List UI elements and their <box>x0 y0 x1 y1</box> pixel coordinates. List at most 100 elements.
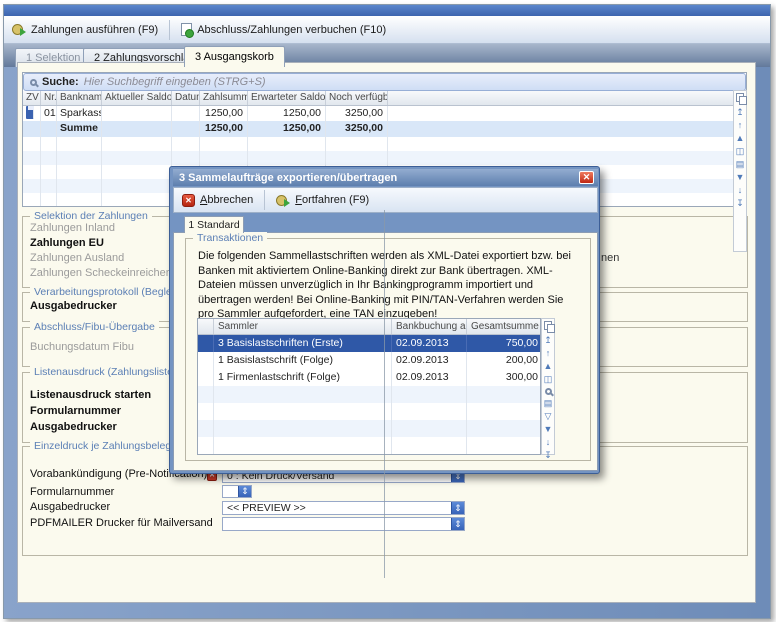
row-up-icon[interactable]: ▲ <box>736 132 745 145</box>
formularnummer-spinner[interactable]: ⇕ <box>222 485 252 498</box>
listenausdruck-starten[interactable]: Listenausdruck starten <box>30 389 151 401</box>
page-up-icon[interactable]: ↑ <box>738 119 743 132</box>
dialog-tab-standard[interactable]: 1 Standard <box>184 216 244 233</box>
dialog-message: Die folgenden Sammellastschriften werden… <box>198 249 576 322</box>
option-zahlungen-eu[interactable]: Zahlungen EU <box>30 237 104 249</box>
view-icon[interactable]: ▤ <box>544 397 553 410</box>
page-down-icon[interactable]: ↓ <box>546 436 551 449</box>
sammler-row[interactable]: 1 Basislastschrift (Folge) 02.09.2013 20… <box>198 352 540 369</box>
search-icon <box>30 79 37 86</box>
col-sammler[interactable]: Sammler <box>214 319 392 334</box>
empty-row[interactable] <box>198 403 540 420</box>
sum-zahlsumme: 1250,00 <box>200 121 248 137</box>
go-top-icon[interactable]: ↥ <box>736 106 744 119</box>
dialog-toolbar-separator <box>264 190 265 210</box>
copy-grid-icon[interactable] <box>544 321 553 331</box>
noch-verfuegbar-cell: 3250,00 <box>326 106 388 121</box>
nr-cell: 01 <box>41 106 57 121</box>
col-bankbuchung[interactable]: Bankbuchung am <box>392 319 467 334</box>
filter-icon[interactable]: ▽ <box>545 410 552 423</box>
payments-coins-icon <box>12 23 26 36</box>
group-selektion-title: Selektion der Zahlungen <box>30 210 152 222</box>
cancel-button[interactable]: ✕ Abbrechen <box>174 189 261 211</box>
columns-icon[interactable]: ◫ <box>544 373 553 386</box>
pdfmailer-dropdown[interactable]: ⇕ <box>222 517 465 531</box>
sammler-table-nav-strip[interactable]: ↥ ↑ ▲ ◫ ▤ ▽ ▼ ↓ ↧ <box>541 318 555 455</box>
search-placeholder: Hier Suchbegriff eingeben (STRG+S) <box>84 76 266 88</box>
gesamtsumme-cell: 200,00 <box>467 352 542 369</box>
pdfmailer-label: PDFMAILER Drucker für Mailversand <box>30 517 213 529</box>
col-noch-verfuegbar[interactable]: Noch verfügbar € <box>326 91 388 105</box>
group-fibu-title: Abschluss/Fibu-Übergabe <box>30 321 159 333</box>
dialog-title: 3 Sammelaufträge exportieren/übertragen <box>179 172 397 184</box>
post-payments-button[interactable]: Abschluss/Zahlungen verbuchen (F10) <box>173 19 394 41</box>
dialog-close-button[interactable]: ✕ <box>579 171 594 184</box>
option-zahlungen-ausland: Zahlungen Ausland <box>30 252 124 264</box>
sum-erwarteter-saldo: 1250,00 <box>248 121 326 137</box>
go-bottom-icon[interactable]: ↧ <box>544 449 552 462</box>
sammler-row[interactable]: 1 Firmenlastschrift (Folge) 02.09.2013 3… <box>198 369 540 386</box>
bank-table-header[interactable]: ZV Nr. Bankname Aktueller Saldo € Datum … <box>23 91 746 106</box>
empty-row[interactable] <box>23 151 746 165</box>
go-bottom-icon[interactable]: ↧ <box>736 197 744 210</box>
post-payments-label: Abschluss/Zahlungen verbuchen (F10) <box>197 24 386 36</box>
post-page-icon <box>181 23 192 36</box>
protokoll-ausgabedrucker[interactable]: Ausgabedrucker <box>30 300 117 312</box>
continue-button[interactable]: Fortfahren (F9) <box>268 189 377 211</box>
bank-table-nav-strip[interactable]: ↥ ↑ ▲ ◫ ▤ ▼ ↓ ↧ <box>733 90 747 252</box>
sammler-cell: 1 Firmenlastschrift (Folge) <box>214 369 392 386</box>
tab-ausgangskorb-label: 3 Ausgangskorb <box>195 51 274 63</box>
dialog-tab-label: 1 Standard <box>188 219 239 231</box>
col-nr[interactable]: Nr. <box>41 91 57 105</box>
sammler-cell: 3 Basislastschriften (Erste) <box>214 335 392 352</box>
pdfmailer-dropdown-button[interactable]: ⇕ <box>451 518 464 530</box>
empty-row[interactable] <box>23 137 746 151</box>
page-down-icon[interactable]: ↓ <box>738 184 743 197</box>
window-top-band <box>4 5 770 16</box>
zahlsumme-cell: 1250,00 <box>200 106 248 121</box>
ausgabedrucker-dropdown-button[interactable]: ⇕ <box>451 502 464 514</box>
search-bar[interactable]: Suche: Hier Suchbegriff eingeben (STRG+S… <box>23 73 746 91</box>
col-gesamtsumme[interactable]: Gesamtsumme € <box>467 319 542 334</box>
empty-row[interactable] <box>198 386 540 403</box>
sum-noch-verfuegbar: 3250,00 <box>326 121 388 137</box>
bank-row-sparkasse[interactable]: 01 Sparkasse 1250,00 1250,00 3250,00 <box>23 106 746 121</box>
ausgabedrucker-dropdown[interactable]: << PREVIEW >> ⇕ <box>222 501 465 515</box>
tab-ausgangskorb[interactable]: 3 Ausgangskorb <box>184 46 285 67</box>
columns-icon[interactable]: ◫ <box>736 145 745 158</box>
page-up-icon[interactable]: ↑ <box>546 347 551 360</box>
col-aktueller-saldo[interactable]: Aktueller Saldo € <box>102 91 172 105</box>
col-filler <box>388 91 746 105</box>
continue-icon <box>276 194 290 207</box>
listenausdruck-ausgabedrucker[interactable]: Ausgabedrucker <box>30 421 117 433</box>
view-icon[interactable]: ▤ <box>736 158 745 171</box>
col-zv[interactable]: ZV <box>23 91 41 105</box>
row-down-icon[interactable]: ▼ <box>736 171 745 184</box>
dialog-title-bar[interactable]: 3 Sammelaufträge exportieren/übertragen <box>173 169 598 186</box>
grid-search-icon[interactable] <box>545 388 552 395</box>
row-up-icon[interactable]: ▲ <box>544 360 553 373</box>
gesamtsumme-cell: 300,00 <box>467 369 542 386</box>
formularnummer-spinner-button[interactable]: ⇕ <box>238 486 251 497</box>
listenausdruck-formularnummer[interactable]: Formularnummer <box>30 405 121 417</box>
row-down-icon[interactable]: ▼ <box>544 423 553 436</box>
col-bankname[interactable]: Bankname <box>57 91 102 105</box>
sammler-row-selected[interactable]: 3 Basislastschriften (Erste) 02.09.2013 … <box>198 335 540 352</box>
copy-grid-icon[interactable] <box>736 93 745 103</box>
continue-label: Fortfahren (F9) <box>295 194 369 206</box>
execute-payments-label: Zahlungen ausführen (F9) <box>31 24 158 36</box>
col-zahlsumme[interactable]: Zahlsumme € <box>200 91 248 105</box>
execute-payments-button[interactable]: Zahlungen ausführen (F9) <box>4 19 166 41</box>
gesamtsumme-cell: 750,00 <box>467 335 542 352</box>
empty-row[interactable] <box>198 437 540 454</box>
sum-label: Summe > <box>57 121 102 137</box>
col-erwarteter-saldo[interactable]: Erwarteter Saldo € <box>248 91 326 105</box>
sammler-table-header[interactable]: Sammler Bankbuchung am Gesamtsumme € <box>198 319 540 335</box>
empty-row[interactable] <box>198 420 540 437</box>
transaktionen-title: Transaktionen <box>193 232 267 244</box>
sammler-cell: 1 Basislastschrift (Folge) <box>214 352 392 369</box>
go-top-icon[interactable]: ↥ <box>544 334 552 347</box>
option-zahlungen-scheckeinreicher: Zahlungen Scheckeinreicher <box>30 267 169 279</box>
erwarteter-saldo-cell: 1250,00 <box>248 106 326 121</box>
col-datum[interactable]: Datum <box>172 91 200 105</box>
